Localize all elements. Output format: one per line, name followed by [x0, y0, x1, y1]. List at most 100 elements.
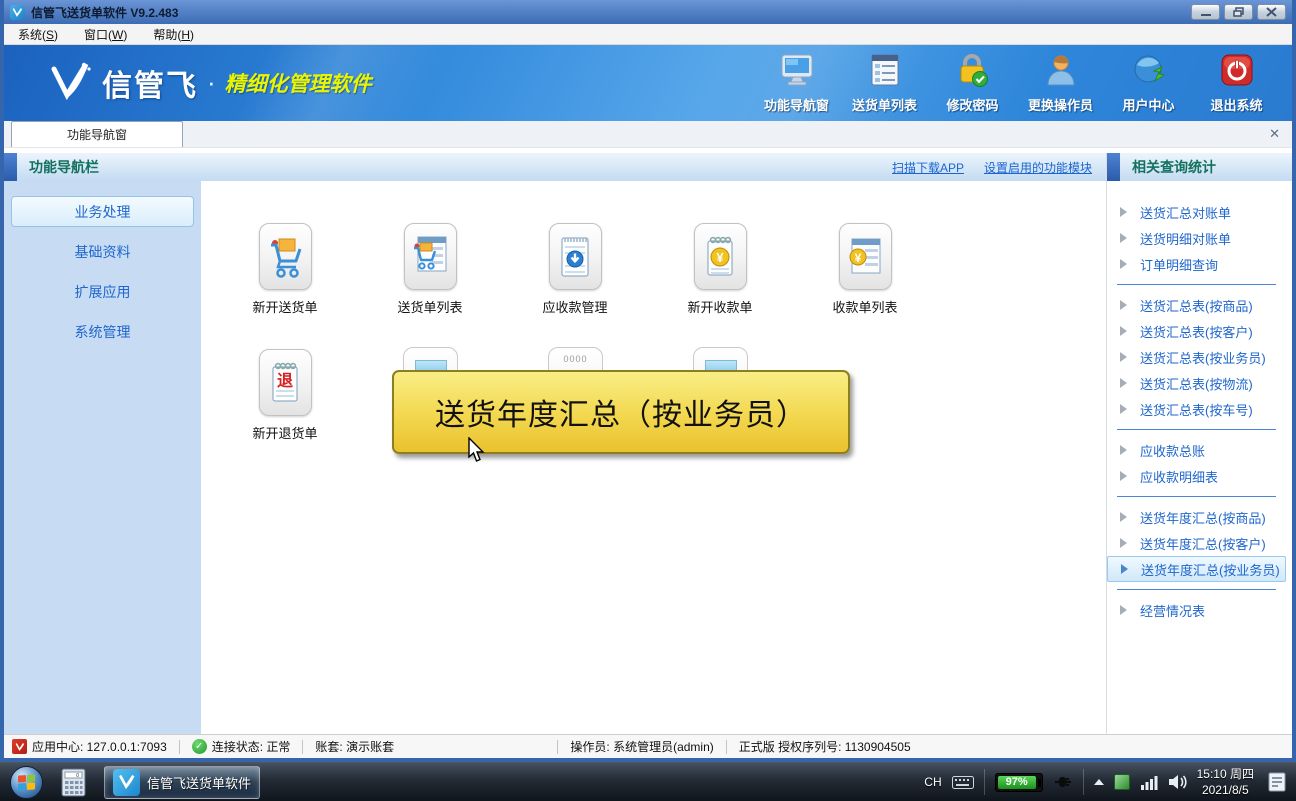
clock[interactable]: 15:10 周四 2021/8/5: [1197, 766, 1254, 798]
tab-nav-window[interactable]: 功能导航窗: [11, 121, 183, 147]
start-button[interactable]: [10, 765, 43, 799]
module-settings-link[interactable]: 设置启用的功能模块: [984, 159, 1092, 176]
network-signal-icon[interactable]: [1140, 775, 1158, 790]
download-app-link[interactable]: 扫描下载APP: [892, 159, 964, 176]
toolbar-change-operator-button[interactable]: 更换操作员: [1021, 53, 1100, 114]
battery-percent: 97%: [1005, 776, 1028, 788]
status-bar: 应用中心: 127.0.0.1:7093 ✓ 连接状态: 正常 账套: 演示账套…: [4, 734, 1292, 758]
triangle-bullet-icon: [1120, 352, 1127, 362]
query-item[interactable]: 送货汇总表(按物流): [1107, 370, 1286, 396]
banner: 信管飞 · 精细化管理软件 功能导航窗 送货单列表 修改密码 更换操作员 用户中…: [4, 45, 1292, 121]
brand-logo: 信管飞 · 精细化管理软件: [48, 59, 372, 106]
divider: [1117, 589, 1276, 590]
status-connection: ✓ 连接状态: 正常: [191, 738, 290, 755]
tray-expand-icon[interactable]: [1093, 779, 1104, 785]
os-taskbar: 0 信管飞送货单软件 CH 97% 15:10 周四 2021/8/5: [0, 762, 1296, 801]
speaker-icon[interactable]: [1168, 774, 1187, 790]
divider: [302, 739, 304, 754]
new-delivery-note-button[interactable]: 新开送货单: [225, 223, 345, 316]
receivable-icon: [548, 223, 602, 290]
query-item[interactable]: 送货汇总表(按商品): [1107, 292, 1286, 318]
query-panel: 相关查询统计 送货汇总对账单 送货明细对账单 订单明细查询 送货汇总表(按商品)…: [1106, 153, 1292, 734]
check-icon: ✓: [191, 739, 207, 754]
query-item-selected[interactable]: 送货年度汇总(按业务员): [1107, 556, 1286, 582]
divider: [1117, 284, 1276, 285]
triangle-bullet-icon: [1120, 259, 1127, 269]
query-item[interactable]: 送货汇总表(按车号): [1107, 396, 1286, 422]
divider: [557, 739, 559, 754]
close-button[interactable]: [1257, 4, 1286, 20]
app-logo-icon: [113, 768, 140, 796]
status-account-set: 账套: 演示账套: [315, 740, 395, 754]
triangle-bullet-icon: [1120, 445, 1127, 455]
battery-icon[interactable]: 97%: [994, 772, 1043, 792]
clock-time: 15:10 周四: [1196, 766, 1254, 781]
triangle-bullet-icon: [1120, 512, 1127, 522]
header-accent: [1107, 153, 1120, 181]
triangle-bullet-icon: [1120, 207, 1127, 217]
menu-system[interactable]: 系统(S): [18, 26, 58, 43]
toolbar-delivery-list-button[interactable]: 送货单列表: [845, 53, 924, 114]
windows-flag-icon: [18, 773, 35, 791]
nav-header: 功能导航栏 扫描下载APP 设置启用的功能模块: [4, 153, 1106, 181]
triangle-bullet-icon: [1120, 300, 1127, 310]
toolbar-change-password-button[interactable]: 修改密码: [933, 53, 1012, 114]
svg-text:¥: ¥: [855, 251, 862, 265]
power-icon: [1220, 53, 1254, 92]
new-return-note-button[interactable]: 退 新开退货单: [225, 349, 345, 442]
svg-text:0: 0: [76, 773, 79, 779]
receivables-management-button[interactable]: 应收款管理: [515, 223, 635, 316]
query-item[interactable]: 经营情况表: [1107, 597, 1286, 623]
query-header-title: 相关查询统计: [1132, 159, 1216, 175]
query-item[interactable]: 送货年度汇总(按商品): [1107, 504, 1286, 530]
sidebar-item-system[interactable]: 系统管理: [11, 316, 194, 347]
app-logo-icon: [12, 739, 27, 754]
query-item[interactable]: 应收款总账: [1107, 437, 1286, 463]
brand-swoosh-icon: [48, 59, 92, 106]
new-receipt-button[interactable]: ¥ 新开收款单: [660, 223, 780, 316]
query-item[interactable]: 应收款明细表: [1107, 463, 1286, 489]
app-window: 信管飞送货单软件 V9.2.483 系统(S) 窗口(W) 帮助(H) 信管飞 …: [0, 0, 1296, 762]
sidebar-item-extensions[interactable]: 扩展应用: [11, 276, 194, 307]
delivery-list-icon: [868, 53, 902, 92]
receipt-list-button[interactable]: ¥ 收款单列表: [805, 223, 925, 316]
brand-tagline: 精细化管理软件: [224, 72, 372, 96]
divider: [1082, 769, 1084, 795]
divider: [1117, 429, 1276, 430]
query-item[interactable]: 送货汇总表(按客户): [1107, 318, 1286, 344]
toolbar-user-center-button[interactable]: 用户中心: [1109, 53, 1188, 114]
query-header: 相关查询统计: [1107, 153, 1292, 181]
operator-icon: [1044, 53, 1078, 92]
toolbar-exit-button[interactable]: 退出系统: [1197, 53, 1276, 114]
tray-app-icon[interactable]: [1113, 774, 1130, 790]
delivery-note-list-button[interactable]: 送货单列表: [370, 223, 490, 316]
sidebar-item-business[interactable]: 业务处理: [11, 196, 194, 227]
menu-window[interactable]: 窗口(W): [84, 26, 127, 43]
query-item[interactable]: 送货汇总表(按业务员): [1107, 344, 1286, 370]
query-item[interactable]: 送货年度汇总(按客户): [1107, 530, 1286, 556]
menu-bar: 系统(S) 窗口(W) 帮助(H): [4, 24, 1292, 45]
globe-icon: [1132, 53, 1166, 92]
query-item[interactable]: 送货明细对账单: [1107, 225, 1286, 251]
sidebar-item-basic-data[interactable]: 基础资料: [11, 236, 194, 267]
app-taskbar-button[interactable]: 信管飞送货单软件: [104, 765, 261, 799]
ime-indicator[interactable]: CH: [924, 775, 941, 789]
status-app-center: 应用中心: 127.0.0.1:7093: [12, 738, 167, 755]
triangle-bullet-icon: [1120, 378, 1127, 388]
clock-date: 2021/8/5: [1201, 783, 1249, 797]
minimize-button[interactable]: [1191, 4, 1220, 20]
calculator-taskbar-button[interactable]: 0: [53, 766, 94, 799]
query-item[interactable]: 订单明细查询: [1107, 251, 1286, 277]
restore-button[interactable]: [1224, 4, 1253, 20]
power-plug-icon[interactable]: [1053, 774, 1073, 790]
tooltip: 送货年度汇总（按业务员）: [392, 370, 850, 454]
query-item[interactable]: 送货汇总对账单: [1107, 199, 1286, 225]
toolbar-nav-window-button[interactable]: 功能导航窗: [757, 53, 836, 114]
system-tray: CH 97% 15:10 周四 2021/8/5: [924, 766, 1296, 798]
menu-help[interactable]: 帮助(H): [153, 26, 194, 43]
divider: [178, 739, 180, 754]
notification-icon[interactable]: [1264, 769, 1290, 795]
keyboard-icon[interactable]: [951, 775, 974, 789]
close-tab-icon[interactable]: ✕: [1269, 126, 1280, 142]
banner-toolbar: 功能导航窗 送货单列表 修改密码 更换操作员 用户中心 退出系统: [757, 53, 1276, 114]
